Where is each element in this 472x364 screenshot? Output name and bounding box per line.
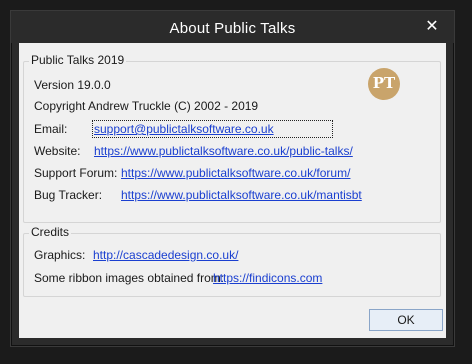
dialog-client-area: Public Talks 2019 Version 19.0.0 Copyrig… <box>19 43 446 338</box>
logo-text: PT <box>372 74 396 92</box>
email-label: Email: <box>34 122 68 136</box>
app-info-group-title: Public Talks 2019 <box>29 53 127 67</box>
website-link[interactable]: https://www.publictalksoftware.co.uk/pub… <box>94 144 353 158</box>
credits-group: Credits Graphics: http://cascadedesign.c… <box>23 225 441 297</box>
close-button[interactable]: ✕ <box>420 17 444 37</box>
graphics-link[interactable]: http://cascadedesign.co.uk/ <box>93 248 238 262</box>
findicons-link[interactable]: https://findicons.com <box>213 271 322 285</box>
public-talks-logo: PT <box>368 68 400 100</box>
graphics-label: Graphics: <box>34 248 86 262</box>
app-info-group: Public Talks 2019 Version 19.0.0 Copyrig… <box>23 53 441 223</box>
dialog-title: About Public Talks <box>169 20 296 37</box>
version-text: Version 19.0.0 <box>34 78 111 92</box>
bug-tracker-label: Bug Tracker: <box>34 188 103 202</box>
credits-group-title: Credits <box>29 225 72 239</box>
support-forum-link[interactable]: https://www.publictalksoftware.co.uk/for… <box>121 166 350 180</box>
close-icon: ✕ <box>425 18 439 35</box>
ok-button[interactable]: OK <box>369 309 443 331</box>
support-forum-label: Support Forum: <box>34 166 118 180</box>
ribbon-images-label: Some ribbon images obtained from: <box>34 271 225 285</box>
website-label: Website: <box>34 144 81 158</box>
about-dialog: About Public Talks ✕ Public Talks 2019 V… <box>10 10 455 347</box>
bug-tracker-link[interactable]: https://www.publictalksoftware.co.uk/man… <box>121 188 362 202</box>
email-link[interactable]: support@publictalksoftware.co.uk <box>92 120 333 138</box>
title-bar[interactable]: About Public Talks ✕ <box>11 11 454 43</box>
copyright-text: Copyright Andrew Truckle (C) 2002 - 2019 <box>34 99 259 113</box>
